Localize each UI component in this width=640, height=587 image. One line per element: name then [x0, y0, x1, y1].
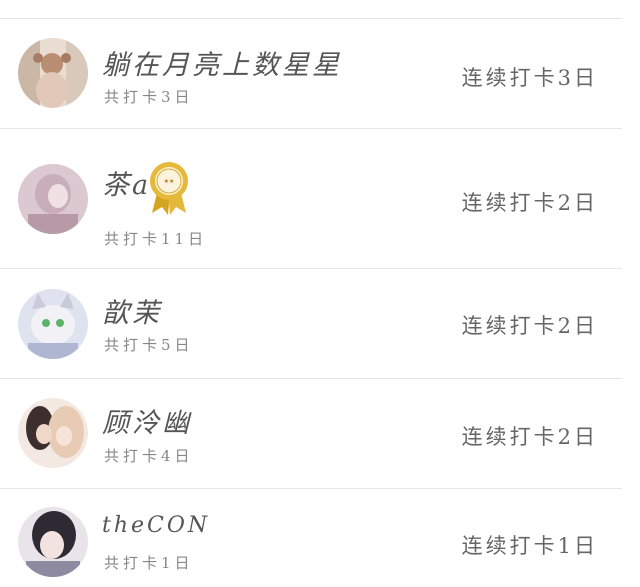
total-checkin-days: 共打卡11日 [104, 230, 208, 248]
total-checkin-days: 共打卡1日 [104, 554, 194, 572]
list-item[interactable]: 歆茉 共打卡5日 连续打卡2日 [0, 269, 622, 378]
gold-medal-ribbon-icon: ★★ [148, 161, 190, 215]
total-checkin-days: 共打卡5日 [104, 336, 194, 354]
username: 顾泠幽 [102, 408, 192, 439]
username: 躺在月亮上数星星 [102, 50, 342, 81]
list-item[interactable]: 茶a ★★ 共打卡11日 连续打卡2日 [0, 129, 622, 268]
streak-checkin-days: 连续打卡2日 [461, 425, 598, 449]
username: theCON [102, 513, 211, 538]
avatar[interactable] [18, 398, 88, 468]
streak-checkin-days: 连续打卡1日 [461, 534, 598, 558]
avatar[interactable] [18, 38, 88, 108]
username: 歆茉 [102, 298, 162, 329]
username: 茶a [102, 170, 152, 201]
checkin-ranking-list: 躺在月亮上数星星 共打卡3日 连续打卡3日 茶a ★★ 共打卡11日 连续打卡2… [0, 0, 640, 587]
list-item[interactable]: 顾泠幽 共打卡4日 连续打卡2日 [0, 379, 622, 488]
streak-checkin-days: 连续打卡2日 [461, 314, 598, 338]
avatar[interactable] [18, 507, 88, 577]
top-strip [0, 0, 640, 18]
total-checkin-days: 共打卡3日 [104, 88, 194, 106]
streak-checkin-days: 连续打卡2日 [461, 191, 598, 215]
list-item[interactable]: 躺在月亮上数星星 共打卡3日 连续打卡3日 [0, 19, 622, 128]
streak-checkin-days: 连续打卡3日 [461, 66, 598, 90]
avatar[interactable] [18, 289, 88, 359]
avatar[interactable] [18, 164, 88, 234]
total-checkin-days: 共打卡4日 [104, 447, 194, 465]
list-item[interactable]: theCON 共打卡1日 连续打卡1日 [0, 489, 622, 587]
svg-text:★★: ★★ [164, 178, 175, 185]
